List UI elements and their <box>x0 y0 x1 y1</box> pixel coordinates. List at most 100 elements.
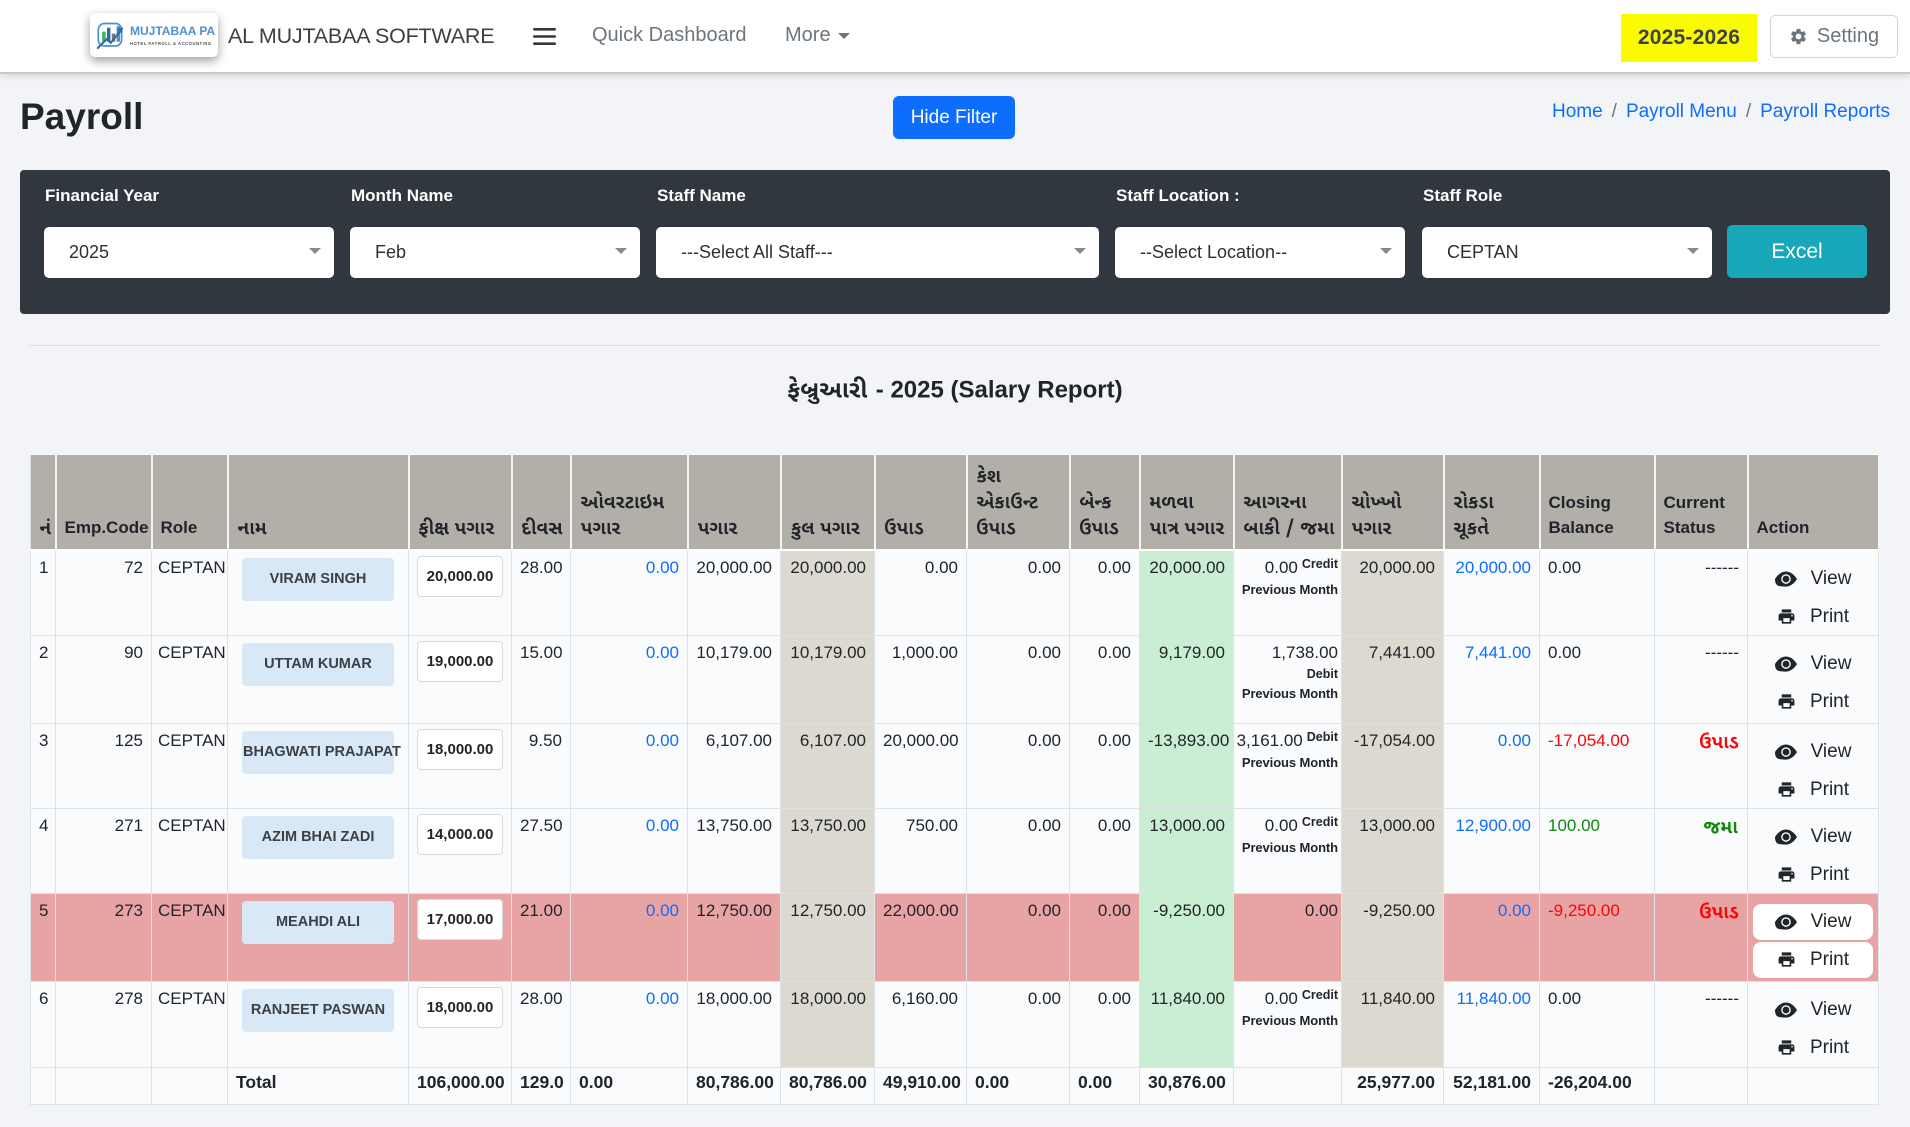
report-title: - 2025 (Salary Report) <box>20 372 1890 405</box>
cell-closing-balance: 0.00 <box>1540 981 1655 1067</box>
cell-bank-upad: 0.00 <box>1070 723 1140 808</box>
cell-current-status: ------ <box>1655 981 1748 1067</box>
total-days: 129.0 <box>512 1067 571 1104</box>
cell-overtime: 0.00 <box>571 550 688 636</box>
cell-overtime: 0.00 <box>571 723 688 808</box>
breadcrumb-link[interactable]: Home <box>1552 101 1603 122</box>
cell-payable: 13,000.00 <box>1140 808 1234 893</box>
hamburger-menu-button[interactable] <box>533 27 556 51</box>
fix-salary-badge: 17,000.00 <box>417 899 503 940</box>
breadcrumb-link[interactable]: Payroll Reports <box>1760 101 1890 122</box>
financial-year-select[interactable]: 2025 <box>44 227 334 278</box>
cell-days: 21.00 <box>512 893 571 981</box>
salary-report-table: Emp.CodeRoleClosingBalanceCurrentStatusA… <box>30 455 1880 1105</box>
col-header-previous <box>1234 455 1342 550</box>
cell-action: View Print <box>1748 635 1879 723</box>
col-header-bank_upad <box>1070 455 1140 550</box>
logo[interactable]: MUJTABAA PA HOTEL PAYROLL & ACCOUNTING <box>90 13 218 57</box>
nav-quick-dashboard[interactable]: Quick Dashboard <box>592 24 747 47</box>
cell-cash-paid: 11,840.00 <box>1444 981 1540 1067</box>
printer-icon <box>1777 607 1796 626</box>
view-button[interactable]: View <box>1753 904 1873 940</box>
gujarati-text <box>976 488 1039 514</box>
employee-name-badge: MEAHDI ALI <box>242 901 394 944</box>
print-button[interactable]: Print <box>1753 1030 1873 1066</box>
select-caret-icon <box>615 248 627 254</box>
print-button[interactable]: Print <box>1753 942 1873 978</box>
cell-salary: 20,000.00 <box>688 550 781 636</box>
print-button[interactable]: Print <box>1753 684 1873 720</box>
breadcrumb-link[interactable]: Payroll Menu <box>1626 101 1737 122</box>
app-title: AL MUJTABAA SOFTWARE <box>228 24 494 49</box>
gujarati-text <box>1699 728 1739 754</box>
header-line <box>976 488 1061 514</box>
cell-total-salary: 6,107.00 <box>781 723 875 808</box>
cell-total-salary: 10,179.00 <box>781 635 875 723</box>
header-line <box>1351 488 1435 514</box>
previous-line: 0.00Credit <box>1234 555 1338 580</box>
report-title-rest: - 2025 (Salary Report) <box>876 376 1123 403</box>
excel-export-button[interactable]: Excel <box>1727 225 1867 278</box>
cell-current-status <box>1655 893 1748 981</box>
cell-emp-code: 278 <box>56 981 152 1067</box>
view-button[interactable]: View <box>1753 734 1873 770</box>
view-button[interactable]: View <box>1753 992 1873 1028</box>
cell-action: View Print <box>1748 550 1879 636</box>
cell-upad: 20,000.00 <box>875 723 967 808</box>
cell-total-salary: 12,750.00 <box>781 893 875 981</box>
printer-icon <box>1777 1038 1796 1057</box>
cell-salary: 10,179.00 <box>688 635 781 723</box>
cell-previous: 0.00CreditPrevious Month <box>1234 550 1342 636</box>
print-label: Print <box>1810 1037 1849 1059</box>
cell-fix-salary: 18,000.00 <box>409 981 512 1067</box>
breadcrumb-separator: / <box>1746 101 1751 122</box>
staff-location-select[interactable]: --Select Location-- <box>1115 227 1405 278</box>
cell-cash-paid: 0.00 <box>1444 893 1540 981</box>
cell-action: View Print <box>1748 893 1879 981</box>
fix-salary-badge: 18,000.00 <box>417 729 503 770</box>
table-header-row: Emp.CodeRoleClosingBalanceCurrentStatusA… <box>31 455 1879 550</box>
col-header-closing_balance: ClosingBalance <box>1540 455 1655 550</box>
cell-emp-code: 72 <box>56 550 152 636</box>
hide-filter-button[interactable]: Hide Filter <box>893 96 1015 139</box>
view-label: View <box>1811 741 1852 763</box>
staff-role-select[interactable]: CEPTAN <box>1422 227 1712 278</box>
view-button[interactable]: View <box>1753 561 1873 597</box>
previous-note: Previous Month <box>1234 580 1338 599</box>
setting-button[interactable]: Setting <box>1770 15 1898 58</box>
staff-role-value: CEPTAN <box>1447 242 1519 263</box>
nav-more-dropdown[interactable]: More <box>785 24 850 47</box>
view-button[interactable]: View <box>1753 819 1873 855</box>
print-button[interactable]: Print <box>1753 599 1873 635</box>
cell-bank-upad: 0.00 <box>1070 550 1140 636</box>
month-name-label: Month Name <box>351 186 453 206</box>
gujarati-text <box>237 514 268 540</box>
month-name-select[interactable]: Feb <box>350 227 640 278</box>
cell-num: 4 <box>31 808 56 893</box>
print-button[interactable]: Print <box>1753 772 1873 808</box>
cell-action: View Print <box>1748 808 1879 893</box>
eye-icon <box>1775 653 1797 675</box>
cell-salary: 13,750.00 <box>688 808 781 893</box>
print-button[interactable]: Print <box>1753 857 1873 893</box>
eye-icon <box>1775 741 1797 763</box>
logo-chart-icon <box>96 19 127 52</box>
previous-type: Credit <box>1302 815 1338 829</box>
cell-previous: 0.00CreditPrevious Month <box>1234 981 1342 1067</box>
print-label: Print <box>1810 864 1849 886</box>
cell-net-salary: 20,000.00 <box>1342 550 1444 636</box>
select-caret-icon <box>1074 248 1086 254</box>
gujarati-text <box>1351 514 1393 540</box>
cell-name: MEAHDI ALI <box>228 893 409 981</box>
header-line <box>1351 514 1435 540</box>
cell-upad: 22,000.00 <box>875 893 967 981</box>
breadcrumb: Home/Payroll Menu/Payroll Reports <box>1552 101 1890 123</box>
cell-fix-salary: 18,000.00 <box>409 723 512 808</box>
gujarati-text <box>418 514 496 540</box>
cell-cash-upad: 0.00 <box>967 981 1070 1067</box>
col-header-salary <box>688 455 781 550</box>
previous-line: 0.00Credit <box>1234 813 1338 838</box>
staff-name-select[interactable]: ---Select All Staff--- <box>656 227 1099 278</box>
salary-row: 3 125 CEPTAN BHAGWATI PRAJAPAT 18,000.00… <box>31 723 1879 808</box>
view-button[interactable]: View <box>1753 646 1873 682</box>
